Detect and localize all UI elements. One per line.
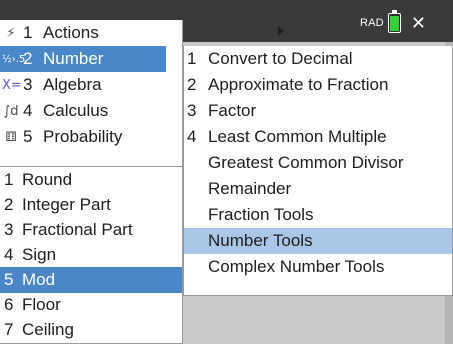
submenu-item-least-common-multiple[interactable]: 4 Least Common Multiple [184, 124, 452, 150]
submenu-item-convert-to-decimal[interactable]: 1 Convert to Decimal [184, 46, 452, 72]
integral-icon: ∫d [3, 103, 19, 119]
dice-icon: ⚅ [5, 129, 17, 145]
tool-item-fractional-part[interactable]: 3 Fractional Part [0, 217, 182, 243]
fraction-decimal-icon: ½›.5 [2, 53, 26, 65]
submenu-arrow-icon [278, 26, 284, 36]
close-icon[interactable]: ✕ [411, 14, 426, 32]
number-submenu: 1 Convert to Decimal 2 Approximate to Fr… [183, 46, 453, 296]
menu-item-label: Algebra [43, 75, 102, 94]
menu-item-probability[interactable]: ⚅ 5 Probability [0, 124, 183, 150]
battery-icon [387, 10, 401, 33]
submenu-item-greatest-common-divisor[interactable]: Greatest Common Divisor [184, 150, 452, 176]
menu-item-label: Calculus [43, 101, 109, 120]
tool-item-integer-part[interactable]: 2 Integer Part [0, 192, 182, 218]
status-area: RAD ✕ [360, 10, 453, 36]
menu-item-label: Number [43, 49, 104, 68]
submenu-item-factor[interactable]: 3 Factor [184, 98, 452, 124]
lightning-icon: ⚡ [6, 25, 16, 41]
submenu-item-remainder[interactable]: Remainder [184, 176, 452, 202]
angle-mode-indicator: RAD [360, 17, 384, 29]
submenu-item-number-tools[interactable]: Number Tools [184, 228, 452, 254]
tool-item-mod[interactable]: 5 Mod [0, 267, 182, 293]
number-tools-submenu: 1 Round 2 Integer Part 3 Fractional Part… [0, 166, 183, 344]
x-equals-icon: X= [2, 77, 22, 93]
tool-item-sign[interactable]: 4 Sign [0, 242, 182, 268]
submenu-item-approximate-to-fraction[interactable]: 2 Approximate to Fraction [184, 72, 452, 98]
tool-item-floor[interactable]: 6 Floor [0, 292, 182, 318]
menu-item-label: Probability [43, 127, 123, 146]
main-menu: ⚡ 1 Actions ½›.5 2 Number X= 3 Algebra ∫… [0, 20, 183, 168]
menu-item-label: Actions [43, 23, 99, 42]
menu-item-algebra[interactable]: X= 3 Algebra [0, 72, 183, 98]
menu-item-number[interactable]: ½›.5 2 Number [0, 46, 166, 72]
submenu-item-fraction-tools[interactable]: Fraction Tools [184, 202, 452, 228]
tool-item-ceiling[interactable]: 7 Ceiling [0, 317, 182, 343]
menu-item-calculus[interactable]: ∫d 4 Calculus [0, 98, 183, 124]
submenu-item-complex-number-tools[interactable]: Complex Number Tools [184, 254, 452, 280]
tool-item-round[interactable]: 1 Round [0, 167, 182, 193]
menu-item-actions[interactable]: ⚡ 1 Actions [0, 20, 360, 46]
